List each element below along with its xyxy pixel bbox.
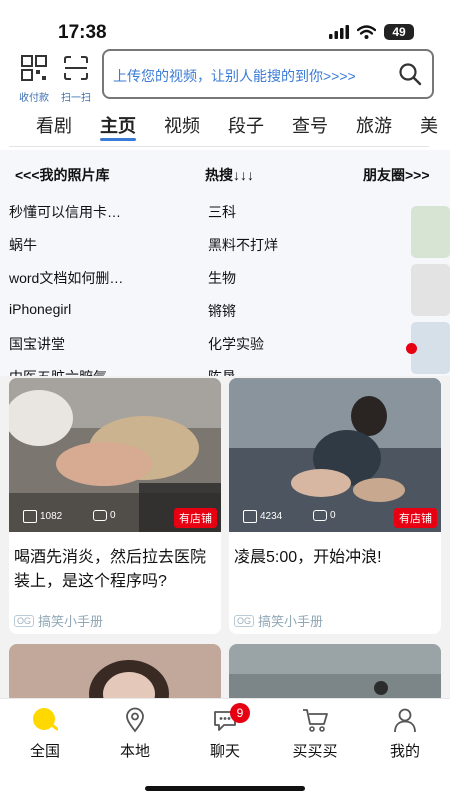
- like-count-value: 1082: [40, 511, 63, 522]
- like-count: 1082: [23, 510, 62, 523]
- bottom-nav: 全国 本地 9 聊天 买买买 我的: [0, 698, 450, 800]
- comment-count-value: 0: [330, 510, 336, 521]
- hot-search-item[interactable]: iPhonegirl: [9, 301, 71, 317]
- hot-search-item[interactable]: 中医五脏六腑气…: [9, 367, 121, 376]
- video-title[interactable]: 喝酒先消炎，然后拉去医院装上，是这个程序吗?: [14, 546, 216, 594]
- hot-search-item[interactable]: 锵锵: [208, 301, 236, 321]
- qr-code-icon: [21, 55, 47, 81]
- tab-home[interactable]: 主页: [100, 112, 136, 138]
- map-pin-icon: [126, 707, 144, 733]
- hot-search-item[interactable]: 国宝讲堂: [9, 334, 65, 354]
- tab-jokes[interactable]: 段子: [228, 112, 264, 138]
- hot-search-item[interactable]: 秒懂可以信用卡…: [9, 202, 121, 222]
- nav-label: 我的: [389, 743, 420, 760]
- tab-beauty[interactable]: 美: [420, 112, 438, 138]
- location-dot-icon: [33, 708, 59, 731]
- like-count: 4234: [243, 510, 282, 523]
- hot-search-item[interactable]: 陈垦: [208, 367, 236, 376]
- hot-search-item[interactable]: 黑料不打烊: [208, 235, 278, 255]
- nav-label: 全国: [29, 743, 60, 760]
- shopping-cart-icon: [303, 709, 328, 732]
- status-icons: 49: [329, 24, 414, 40]
- tabs-divider: [9, 146, 429, 147]
- home-indicator: [145, 786, 305, 791]
- comment-icon: [93, 510, 107, 521]
- source-tag: OG: [14, 614, 35, 627]
- video-card[interactable]: [9, 644, 221, 704]
- moments-link[interactable]: 朋友圈>>>: [363, 165, 430, 185]
- hot-search-item[interactable]: 生物: [208, 268, 236, 288]
- comment-count-value: 0: [110, 510, 116, 521]
- video-feed: 1082 0 有店铺 喝酒先消炎，然后拉去医院装上，是这个程序吗? OG 搞笑小…: [0, 376, 450, 704]
- nav-label: 聊天: [209, 743, 240, 760]
- hot-search-heading: 热搜↓↓↓: [205, 167, 254, 183]
- hot-search-item[interactable]: word文档如何删…: [9, 268, 123, 288]
- wifi-icon: [357, 25, 376, 39]
- video-thumbnail[interactable]: 4234 0 有店铺: [229, 378, 441, 532]
- hot-search-item[interactable]: 蜗牛: [9, 235, 37, 255]
- like-icon: [23, 510, 37, 523]
- like-count-value: 4234: [260, 511, 283, 522]
- nav-mine[interactable]: 我的: [370, 707, 440, 761]
- search-icon[interactable]: [398, 62, 422, 86]
- side-thumbnail[interactable]: [411, 264, 450, 316]
- comment-icon: [313, 510, 327, 521]
- search-placeholder: 上传您的视频，让别人能搜的到你>>>>: [113, 68, 356, 84]
- nav-nationwide[interactable]: 全国: [10, 707, 80, 761]
- tab-phone-lookup[interactable]: 查号: [292, 112, 328, 138]
- nav-local[interactable]: 本地: [100, 707, 170, 761]
- scan-label: 扫一扫: [61, 93, 91, 104]
- video-card[interactable]: [229, 644, 441, 704]
- search-input[interactable]: 上传您的视频，让别人能搜的到你>>>>: [102, 49, 434, 99]
- active-tab-indicator: [100, 138, 136, 141]
- video-source[interactable]: OG 搞笑小手册: [234, 611, 323, 630]
- unread-badge: 9: [230, 703, 250, 723]
- side-thumbnail[interactable]: [411, 206, 450, 258]
- tab-video[interactable]: 视频: [164, 112, 200, 138]
- nav-chat[interactable]: 9 聊天: [190, 703, 260, 761]
- hot-search-item[interactable]: 三科: [208, 202, 236, 222]
- source-name: 搞笑小手册: [258, 614, 324, 629]
- source-name: 搞笑小手册: [38, 614, 104, 629]
- signal-icon: [329, 25, 349, 39]
- nav-label: 本地: [119, 743, 150, 760]
- hot-search-section: <<<我的照片库 热搜↓↓↓ 朋友圈>>> 秒懂可以信用卡… 蜗牛 word文档…: [0, 150, 450, 376]
- category-tabs: 看剧 主页 视频 段子 查号 旅游 美: [0, 108, 450, 144]
- battery-indicator: 49: [384, 24, 414, 40]
- scan-button[interactable]: 扫一扫: [54, 54, 98, 104]
- video-source[interactable]: OG 搞笑小手册: [14, 611, 103, 630]
- nav-shopping[interactable]: 买买买: [280, 707, 350, 761]
- hot-search-item[interactable]: 化学实验: [208, 334, 264, 354]
- receive-pay-button[interactable]: 收付款: [12, 54, 56, 104]
- comment-count: 0: [313, 510, 336, 521]
- shop-badge[interactable]: 有店铺: [174, 508, 217, 528]
- photo-library-link[interactable]: <<<我的照片库: [15, 165, 110, 185]
- nav-label: 买买买: [292, 743, 338, 760]
- notification-dot: [406, 343, 417, 354]
- person-icon: [394, 708, 416, 733]
- video-title[interactable]: 凌晨5:00，开始冲浪!: [234, 546, 436, 570]
- video-card[interactable]: 1082 0 有店铺 喝酒先消炎，然后拉去医院装上，是这个程序吗? OG 搞笑小…: [9, 378, 221, 634]
- tab-kanju[interactable]: 看剧: [36, 112, 72, 138]
- video-thumbnail[interactable]: 1082 0 有店铺: [9, 378, 221, 532]
- status-time: 17:38: [58, 22, 107, 43]
- status-bar: 17:38 49: [0, 0, 450, 46]
- thumbnail-image: [229, 644, 441, 704]
- video-card[interactable]: 4234 0 有店铺 凌晨5:00，开始冲浪! OG 搞笑小手册: [229, 378, 441, 634]
- source-tag: OG: [234, 614, 255, 627]
- like-icon: [243, 510, 257, 523]
- comment-count: 0: [93, 510, 116, 521]
- tab-travel[interactable]: 旅游: [356, 112, 392, 138]
- thumbnail-image: [9, 644, 221, 704]
- shop-badge[interactable]: 有店铺: [394, 508, 437, 528]
- scan-icon: [64, 56, 88, 80]
- top-bar: 收付款 扫一扫 上传您的视频，让别人能搜的到你>>>>: [0, 46, 450, 106]
- receive-pay-label: 收付款: [19, 93, 49, 104]
